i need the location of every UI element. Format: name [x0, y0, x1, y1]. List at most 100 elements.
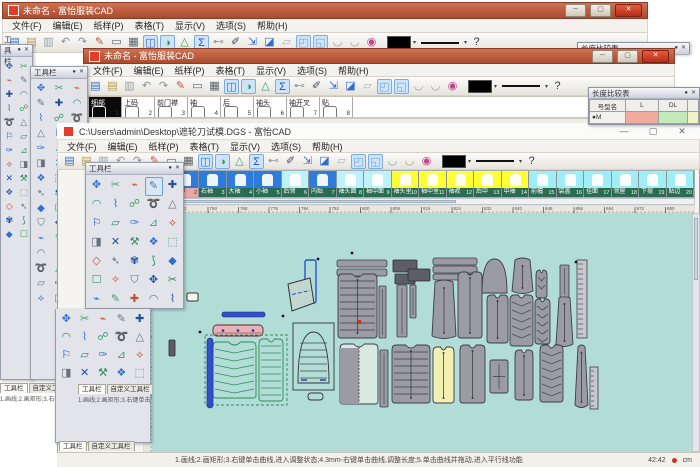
menu-item[interactable]: 编辑(E): [53, 19, 83, 32]
tool-icon[interactable]: ⌇: [76, 329, 93, 347]
tool-icon[interactable]: ◠: [145, 291, 163, 310]
menu-item[interactable]: 编辑(E): [108, 140, 138, 153]
tool-icon[interactable]: ⌁: [69, 81, 85, 96]
tool-icon[interactable]: ✥: [58, 311, 75, 329]
pattern-piece[interactable]: [408, 269, 430, 281]
tool-icon[interactable]: ✂: [17, 59, 31, 73]
tool-icon[interactable]: ✂: [51, 81, 67, 96]
menu-item[interactable]: 显示(V): [230, 140, 260, 153]
arrange-b-icon[interactable]: ◱: [368, 154, 383, 169]
tool-icon[interactable]: ⊿: [113, 347, 130, 365]
menu-item[interactable]: 纸样(P): [94, 19, 124, 32]
tool-icon[interactable]: ➴: [17, 199, 31, 213]
menu-item[interactable]: 文件(F): [93, 64, 123, 77]
tool-icon[interactable]: ▱: [17, 129, 31, 143]
tool-icon[interactable]: ☐: [17, 227, 31, 241]
pattern-list-item[interactable]: 袖中面9: [364, 171, 392, 197]
tool-icon[interactable]: ✥: [145, 272, 163, 291]
maximize-button[interactable]: ▢: [590, 4, 611, 17]
close-icon[interactable]: ✕: [691, 89, 696, 98]
tool-icon[interactable]: ⛉: [33, 216, 49, 231]
tool-icon[interactable]: ✎: [113, 311, 130, 329]
pattern-list-item[interactable]: 大袖4: [227, 171, 255, 197]
pattern-tab[interactable]: 袖4: [188, 97, 221, 117]
tool-icon[interactable]: ✥: [2, 59, 16, 73]
line-style-sample[interactable]: [421, 42, 459, 44]
tab-toolbar[interactable]: 工具栏: [78, 384, 106, 394]
status-unit[interactable]: cm: [683, 457, 692, 464]
line-style-sample[interactable]: [502, 85, 540, 87]
tool-icon[interactable]: ✑: [94, 347, 111, 365]
tool-icon[interactable]: ◨: [33, 156, 49, 171]
pattern-list-item[interactable]: 袖头面8: [337, 171, 365, 197]
drape-b-icon[interactable]: ◡: [428, 79, 443, 94]
pattern-piece[interactable]: [259, 339, 283, 401]
show-fill-icon[interactable]: ◑: [215, 154, 230, 169]
pin-icon[interactable]: ●: [72, 68, 76, 77]
menu-item[interactable]: 帮助(H): [257, 19, 288, 32]
tool-icon[interactable]: ⌇: [107, 196, 125, 215]
pattern-list-item[interactable]: 袖中里11: [419, 171, 447, 197]
tool-icon[interactable]: ⌁: [33, 231, 49, 246]
tool-icon[interactable]: ➴: [33, 186, 49, 201]
tool-icon[interactable]: ⌁: [94, 311, 111, 329]
drape-b-icon[interactable]: ◡: [402, 154, 417, 169]
tool-icon[interactable]: ❖: [145, 234, 163, 253]
pattern-piece[interactable]: [282, 315, 285, 318]
swatch-dropdown-icon[interactable]: ▾: [494, 83, 497, 90]
size-name-cell[interactable]: ●M: [590, 112, 626, 124]
pattern-list-item[interactable]: 后中13: [474, 171, 502, 197]
menu-item[interactable]: 选项(S): [271, 140, 301, 153]
line-style-sample[interactable]: [476, 160, 514, 162]
color-swatch[interactable]: [468, 80, 492, 93]
pattern-piece[interactable]: [317, 258, 320, 261]
tool-icon[interactable]: ⌁: [88, 291, 106, 310]
pattern-list-item[interactable]: 前幅15: [529, 171, 557, 197]
tool-icon[interactable]: ➰: [2, 115, 16, 129]
tool-icon[interactable]: ⌁: [2, 73, 16, 87]
tool-icon[interactable]: ⌁: [126, 177, 144, 196]
scrollbar-thumb[interactable]: [154, 200, 456, 203]
sum-icon[interactable]: Σ: [275, 79, 290, 94]
plate-icon[interactable]: ▱: [360, 79, 375, 94]
pin-icon[interactable]: ●: [684, 89, 688, 98]
tool-icon[interactable]: ✚: [131, 311, 148, 329]
menu-item[interactable]: 选项(S): [216, 19, 246, 32]
tool-icon[interactable]: ◨: [58, 365, 75, 383]
tool-icon[interactable]: ❖: [33, 171, 49, 186]
L-cell[interactable]: [625, 112, 659, 124]
pattern-list-item[interactable]: 袖头里10: [392, 171, 420, 197]
tool-icon[interactable]: ✚: [164, 177, 182, 196]
close-icon[interactable]: ✕: [24, 46, 29, 55]
close-icon[interactable]: ✕: [681, 44, 686, 53]
move-icon[interactable]: ⇲: [300, 154, 315, 169]
pattern-piece[interactable]: [308, 393, 323, 400]
pattern-piece[interactable]: [205, 335, 287, 405]
tool-icon[interactable]: ⟡: [164, 215, 182, 234]
pattern-piece[interactable]: [482, 259, 507, 293]
pattern-list-item[interactable]: 贴边20: [667, 171, 695, 197]
pattern-list-item[interactable]: 袋盖16: [557, 171, 585, 197]
tool-icon[interactable]: ✎: [33, 96, 49, 111]
tool-icon[interactable]: ✧: [107, 272, 125, 291]
tool-icon[interactable]: △: [33, 126, 49, 141]
close-icon[interactable]: ✕: [175, 164, 180, 173]
tab-toolbar[interactable]: 工具栏: [0, 383, 28, 393]
layout-icon[interactable]: ◪: [317, 154, 332, 169]
pattern-list-item[interactable]: 下摆19: [639, 171, 667, 197]
close-button[interactable]: ✕: [642, 50, 669, 63]
pattern-piece[interactable]: [433, 258, 477, 265]
menu-item[interactable]: 文件(F): [12, 19, 42, 32]
tool-icon[interactable]: ⚒: [94, 365, 111, 383]
menu-item[interactable]: 显示(V): [175, 19, 205, 32]
tab-toolbar[interactable]: 工具栏: [59, 441, 87, 451]
3d-view-icon[interactable]: △: [232, 154, 247, 169]
pattern-piece[interactable]: [298, 332, 329, 383]
tool-icon[interactable]: ⚐: [88, 215, 106, 234]
tool-icon[interactable]: ▱: [107, 215, 125, 234]
pattern-piece[interactable]: [433, 266, 477, 273]
tool-icon[interactable]: ✥: [88, 177, 106, 196]
tool-icon[interactable]: ⟆: [17, 213, 31, 227]
tool-icon[interactable]: ✚: [126, 291, 144, 310]
save-file-icon[interactable]: ▥: [122, 79, 137, 94]
